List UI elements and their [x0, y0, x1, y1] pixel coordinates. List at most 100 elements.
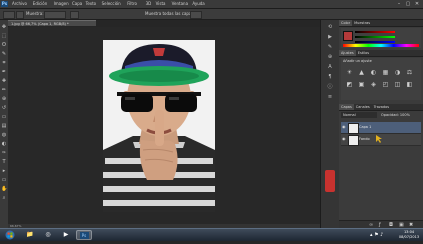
menu-item[interactable]: Ayuda	[192, 1, 204, 7]
menu-bar: Ps – ▢ ✕ Archivo Edición Imagen Capa Texto Se…	[0, 0, 423, 9]
healing-tool-icon[interactable]: ✚	[1, 78, 7, 84]
tab-paths[interactable]: Trazados	[372, 104, 391, 110]
lasso-tool-icon[interactable]: ʘ	[1, 42, 7, 48]
tool-preset-picker[interactable]	[3, 11, 15, 19]
clock[interactable]: 13:04 08/07/2013	[398, 230, 420, 240]
menu-item[interactable]: Texto	[86, 1, 97, 7]
info-icon[interactable]: ⓘ	[326, 84, 334, 91]
adjustment-icon[interactable]: ◫	[393, 80, 402, 89]
sample-size-dropdown[interactable]	[16, 11, 24, 19]
dodge-tool-icon[interactable]: ◐	[1, 141, 7, 147]
shape-tool-icon[interactable]: ▭	[1, 177, 7, 183]
fg-color-chip[interactable]	[343, 31, 353, 41]
gradient-tool-icon[interactable]: ▤	[1, 123, 7, 129]
menu-item[interactable]: 3D	[146, 1, 152, 7]
tab-channels[interactable]: Canales	[354, 104, 372, 110]
menu-item[interactable]: Imagen	[54, 1, 69, 7]
mouse-cursor-icon	[376, 135, 382, 143]
photoshop-logo: Ps	[1, 1, 8, 7]
adjustment-icon[interactable]: ◩	[345, 80, 354, 89]
path-select-tool-icon[interactable]: ▸	[1, 168, 7, 174]
clone-source-icon[interactable]: ⊕	[326, 54, 334, 61]
tab-styles[interactable]: Estilos	[356, 50, 371, 56]
layer-row[interactable]: ◉ Capa 1	[341, 122, 421, 134]
adjustment-icon[interactable]: ⚖	[405, 68, 414, 77]
hand-tool-icon[interactable]: ✋	[1, 186, 7, 192]
blend-mode-dropdown[interactable]: Normal	[341, 112, 377, 118]
menu-item[interactable]: Selección	[102, 1, 121, 7]
adjustment-icon[interactable]: ☀	[345, 68, 354, 77]
windows-logo-icon	[5, 230, 15, 240]
quick-select-tool-icon[interactable]: ✎	[1, 51, 7, 57]
option-toggle[interactable]	[190, 11, 202, 19]
clone-tool-icon[interactable]: ⊕	[1, 96, 7, 102]
menu-item[interactable]: Capa	[72, 1, 82, 7]
menu-item[interactable]: Ventana	[172, 1, 188, 7]
color-panel-tabs: Color Muestras	[339, 20, 423, 27]
taskbar: 📁 ◎ ▶ Ps ▴ ⚑ ♪ 13:04 08/07/2013	[0, 228, 423, 241]
properties-icon[interactable]: ≡	[326, 94, 334, 101]
taskbar-browser-icon[interactable]: ◎	[40, 230, 56, 240]
menu-item[interactable]: Archivo	[12, 1, 27, 7]
options-bar: Muestra: Muestra todas las capas	[0, 9, 423, 20]
opacity-field[interactable]: Opacidad: 100%	[381, 112, 421, 118]
taskbar-photoshop-icon[interactable]: Ps	[76, 230, 92, 240]
clock-date: 08/07/2013	[398, 235, 420, 239]
panel-dock-strip: ⟲ ▶ ✎ ⊕ A ¶ ⓘ ≡	[320, 20, 340, 228]
document-image[interactable]	[103, 40, 215, 212]
adjustments-panel: Añadir un ajuste ☀ ▲ ◐ ▦ ◑ ⚖ ◩ ▣ ◈ ◰ ◫ ◧	[341, 58, 421, 100]
paragraph-icon[interactable]: ¶	[326, 74, 334, 81]
blur-tool-icon[interactable]: ◍	[1, 132, 7, 138]
crop-tool-icon[interactable]: ⌗	[1, 60, 7, 66]
menu-item[interactable]: Filtro	[127, 1, 137, 7]
blue-slider[interactable]	[355, 41, 395, 43]
adjustment-icon[interactable]: ◐	[369, 68, 378, 77]
green-slider[interactable]	[355, 36, 395, 38]
history-icon[interactable]: ⟲	[326, 24, 334, 31]
visibility-eye-icon[interactable]: ◉	[342, 137, 346, 141]
tray-icons[interactable]: ▴ ⚑ ♪	[370, 232, 383, 238]
eyedropper-tool-icon[interactable]: ✒	[1, 69, 7, 75]
pen-tool-icon[interactable]: ✑	[1, 150, 7, 156]
document-tab[interactable]: 1.jpg @ 66,7% (Capa 1, RGB/8) *	[8, 20, 96, 26]
adjustment-icon[interactable]: ◧	[405, 80, 414, 89]
panels-column: Color Muestras Ajustes Estilos Añadir un…	[339, 20, 423, 229]
adjustment-icon[interactable]: ▣	[357, 80, 366, 89]
color-panel	[341, 28, 421, 48]
visibility-eye-icon[interactable]: ◉	[342, 125, 346, 129]
tab-adjustments[interactable]: Ajustes	[339, 50, 356, 56]
adjustment-icon[interactable]: ▲	[357, 68, 366, 77]
color-ramp[interactable]	[343, 44, 419, 47]
sample-dropdown[interactable]	[44, 11, 66, 19]
history-brush-icon[interactable]: ↺	[1, 105, 7, 111]
red-slider[interactable]	[355, 31, 395, 33]
menu-item[interactable]: Vista	[156, 1, 166, 7]
adjustment-icon[interactable]: ◈	[369, 80, 378, 89]
minimize-button[interactable]: –	[395, 1, 403, 7]
foreground-color-swatch[interactable]	[325, 170, 335, 192]
move-tool-icon[interactable]: ✥	[1, 24, 7, 30]
layer-name: Capa 1	[359, 125, 372, 129]
taskbar-explorer-icon[interactable]: 📁	[22, 230, 38, 240]
menu-item[interactable]: Edición	[33, 1, 47, 7]
actions-icon[interactable]: ▶	[326, 34, 334, 41]
adjustment-icon[interactable]: ◰	[381, 80, 390, 89]
brush-panel-icon[interactable]: ✎	[326, 44, 334, 51]
adjust-panel-tabs: Ajustes Estilos	[339, 50, 423, 57]
adjustment-icon[interactable]: ◑	[393, 68, 402, 77]
marquee-tool-icon[interactable]: ⬚	[1, 33, 7, 39]
option-checkbox[interactable]	[70, 11, 79, 19]
type-tool-icon[interactable]: T	[1, 159, 7, 165]
brush-tool-icon[interactable]: ✏	[1, 87, 7, 93]
adjustment-icon[interactable]: ▦	[381, 68, 390, 77]
maximize-button[interactable]: ▢	[404, 1, 412, 7]
tab-layers[interactable]: Capas	[339, 104, 354, 110]
close-button[interactable]: ✕	[413, 1, 421, 7]
character-icon[interactable]: A	[326, 64, 334, 71]
tab-swatches[interactable]: Muestras	[352, 20, 372, 26]
start-button[interactable]	[2, 230, 18, 240]
zoom-tool-icon[interactable]: ⌕	[1, 195, 7, 201]
taskbar-media-icon[interactable]: ▶	[58, 230, 74, 240]
tab-color[interactable]: Color	[339, 20, 353, 26]
eraser-tool-icon[interactable]: ▭	[1, 114, 7, 120]
